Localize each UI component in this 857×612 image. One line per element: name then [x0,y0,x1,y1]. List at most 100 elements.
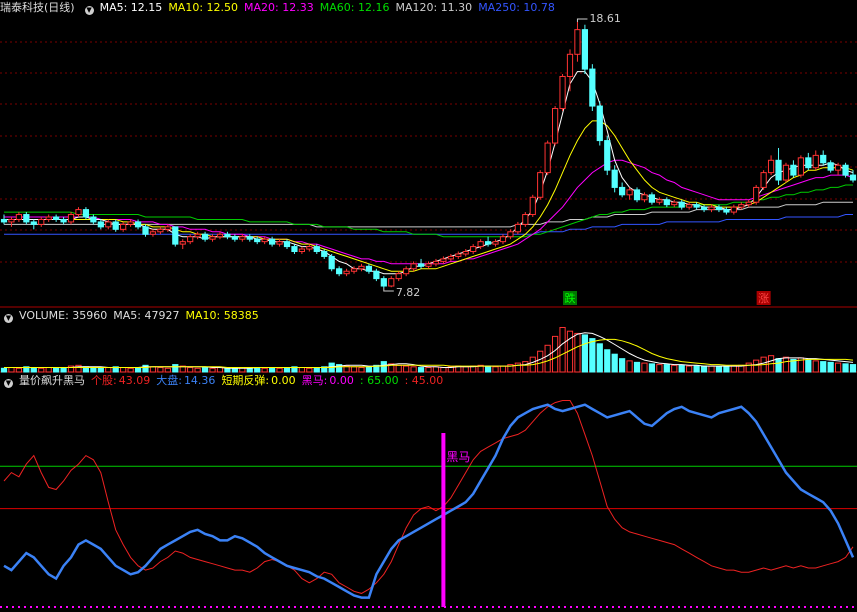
volume-bar [834,362,842,373]
candle-body [97,221,104,228]
signal-rise-label: 涨 [758,292,769,305]
candle-body [559,75,566,110]
candle-body [179,241,186,245]
candle-body [403,268,410,275]
volume-bar [90,367,97,373]
candle-body [581,29,589,70]
candle-body [693,204,700,208]
candle-body [254,238,261,243]
volume-bar [648,363,656,373]
volume-bar [268,367,276,373]
volume-bar [53,367,60,373]
candle-body [462,251,469,255]
candle-body [686,204,693,208]
candle-body [321,251,328,257]
vol-ma5-line [4,332,854,369]
candle-body [782,164,790,181]
candle-body [246,236,253,240]
candle-body [522,214,529,225]
volume-bar [589,338,596,373]
volume-bar [492,366,499,373]
volume-bar [574,332,581,373]
candle-body [849,174,857,181]
candle-body [261,238,268,243]
candle-body [604,140,611,171]
volume-bar [172,364,179,373]
candle-body [127,221,134,225]
candle-body [112,221,119,230]
volume-bar [60,367,67,373]
candle-body [671,201,678,206]
volume-bar [551,335,559,373]
candle-body [477,241,484,248]
volume-bar [686,365,693,373]
volume-bar [410,366,417,373]
candle-body [805,157,812,169]
volume-bar [559,326,566,373]
volume-bar [120,367,127,373]
candle-body [544,142,551,174]
market-line [3,403,855,599]
candle-body [15,214,23,220]
candle-body [440,258,447,262]
candle-body [164,226,171,230]
candle-body [626,189,633,196]
volume-bar [157,367,164,373]
candle-body [484,241,492,245]
candle-body [328,255,335,270]
candle-body [306,246,313,250]
candle-body [596,105,603,142]
candle-body [291,246,298,253]
volume-bar [97,367,104,373]
candle-body [194,233,201,238]
candle-body [663,199,670,206]
candle-body [149,231,157,235]
volume-bar [149,366,157,373]
candle-body [30,221,37,225]
candle-body [812,154,819,169]
ma5-line [4,71,854,275]
candle-body [507,231,514,238]
candle-body [105,221,112,228]
volume-bar [626,360,633,373]
candle-body [529,196,536,216]
volume-bar [246,367,253,373]
candle-body [142,226,149,235]
candle-body [283,241,291,248]
volume-bar [403,365,410,373]
candle-body [455,253,462,257]
volume-bar [708,365,715,373]
volume-bar [254,367,261,373]
candle-body [715,206,723,211]
candle-body [90,216,97,223]
candle-body [790,164,797,176]
volume-bar [127,367,134,373]
indicator-panel [0,400,857,607]
candle-body [380,278,387,287]
volume-bar [462,366,469,373]
volume-bar [745,362,752,373]
chart-canvas[interactable]: 跌涨 18.61 7.82 黑马 [0,0,857,612]
volume-bar [283,367,291,373]
candle-body [760,172,767,188]
candle-body [8,218,15,223]
candle-body [224,233,231,238]
volume-bar [425,367,432,373]
volume-bar [641,362,648,373]
candle-body [641,194,648,201]
volume-bar [395,364,402,373]
volume-bar [358,367,365,373]
volume-bar [611,353,618,373]
candle-body [268,238,276,245]
candle-body [82,209,90,218]
volume-bar [134,367,142,373]
volume-bar [276,367,283,373]
volume-bar [604,349,611,373]
candle-body [633,189,641,201]
volume-bar [663,364,670,373]
candle-body [231,236,238,240]
candle-body [775,159,782,181]
candle-body [134,221,142,228]
candle-body [574,29,581,55]
candle-body [53,216,60,220]
